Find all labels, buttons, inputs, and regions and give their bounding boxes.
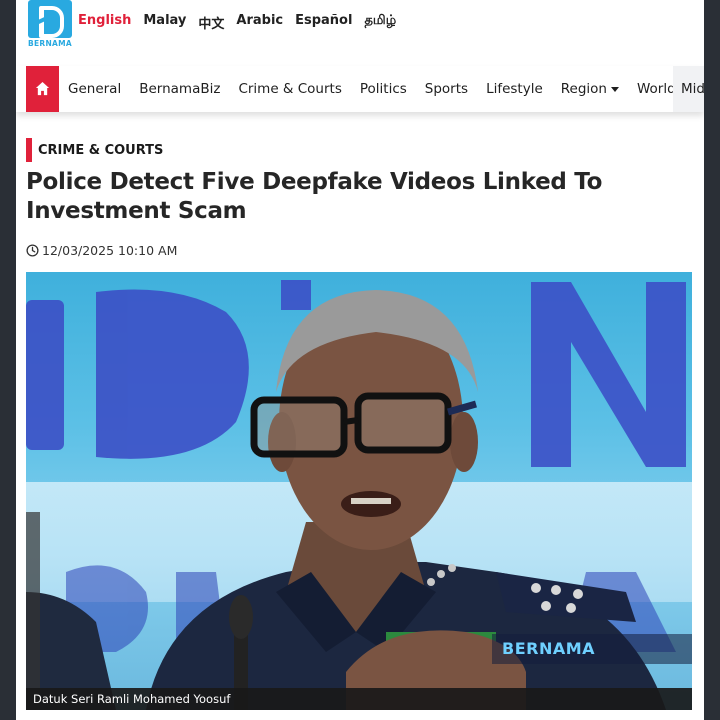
article-headline: Police Detect Five Deepfake Videos Linke… xyxy=(26,169,603,224)
photo-caption: Datuk Seri Ramli Mohamed Yoosuf xyxy=(26,688,692,710)
bernama-logo[interactable]: BERNAMA xyxy=(26,0,74,50)
home-button[interactable] xyxy=(26,66,59,112)
nav-item-label: General xyxy=(68,81,122,97)
article-category[interactable]: CRIME & COURTS xyxy=(26,138,163,162)
nav-item-label: BernamaBiz xyxy=(139,81,221,97)
nav-item-general[interactable]: General xyxy=(59,81,130,97)
nav-item-overflow[interactable]: Mid xyxy=(673,66,704,112)
language-bar: BERNAMA English Malay 中文 Arabic Español … xyxy=(16,0,704,60)
page: BERNAMA English Malay 中文 Arabic Español … xyxy=(16,0,704,720)
photo-watermark-text: BERNAMA xyxy=(502,639,596,658)
nav-item-label: Crime & Courts xyxy=(238,81,342,97)
nav-item-crime-courts[interactable]: Crime & Courts xyxy=(229,81,350,97)
caret-down-icon xyxy=(610,86,619,92)
photo-caption-text: Datuk Seri Ramli Mohamed Yoosuf xyxy=(33,692,231,706)
main-nav: General BernamaBiz Crime & Courts Politi… xyxy=(16,66,704,112)
nav-item-politics[interactable]: Politics xyxy=(351,81,416,97)
nav-item-label: World xyxy=(636,81,676,97)
nav-item-label: Region xyxy=(560,81,607,97)
category-accent-bar xyxy=(26,138,32,162)
nav-item-bernamabiz[interactable]: BernamaBiz xyxy=(130,81,229,97)
nav-items: General BernamaBiz Crime & Courts Politi… xyxy=(59,66,697,112)
article-datetime: 12/03/2025 10:10 AM xyxy=(42,242,178,258)
lang-chinese[interactable]: 中文 xyxy=(198,13,224,32)
lang-english[interactable]: English xyxy=(78,13,131,32)
home-icon xyxy=(35,81,50,96)
nav-item-sports[interactable]: Sports xyxy=(416,81,477,97)
nav-item-label: Sports xyxy=(424,81,469,97)
lang-tamil[interactable]: தமிழ் xyxy=(364,13,396,32)
lang-spanish[interactable]: Español xyxy=(295,13,352,32)
lang-arabic[interactable]: Arabic xyxy=(236,13,283,32)
bernama-logo-text: BERNAMA xyxy=(27,39,73,48)
article-dateline: 12/03/2025 10:10 AM xyxy=(26,241,177,259)
nav-item-label: Politics xyxy=(359,81,407,97)
clock-icon xyxy=(26,243,39,257)
nav-item-lifestyle[interactable]: Lifestyle xyxy=(477,81,552,97)
photo-watermark: BERNAMA xyxy=(492,634,692,664)
lang-malay[interactable]: Malay xyxy=(143,13,186,32)
nav-item-region[interactable]: Region xyxy=(552,81,628,97)
language-selector: English Malay 中文 Arabic Español தமிழ் xyxy=(78,13,408,32)
article-photo[interactable]: BERNAMA xyxy=(26,272,692,710)
category-label: CRIME & COURTS xyxy=(38,142,164,158)
nav-item-label: Lifestyle xyxy=(486,81,543,97)
bernama-logo-mark xyxy=(28,0,72,38)
